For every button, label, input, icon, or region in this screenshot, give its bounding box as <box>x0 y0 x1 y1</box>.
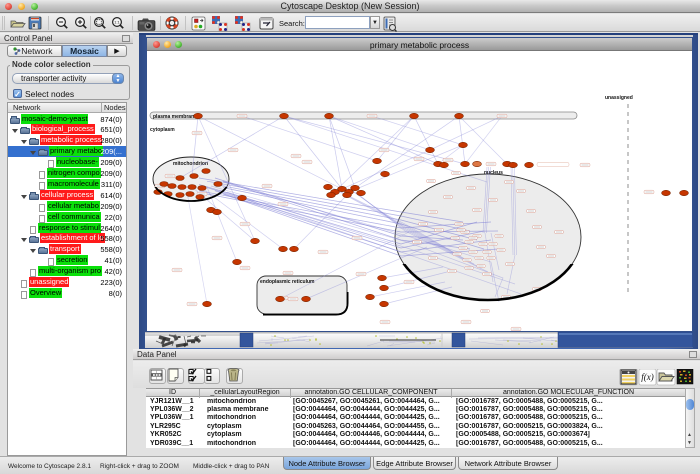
svg-text:endoplasmic reticulum: endoplasmic reticulum <box>260 279 315 285</box>
svg-text:1:1: 1:1 <box>114 20 120 25</box>
svg-text:unassigned: unassigned <box>605 95 633 101</box>
svg-text:mitochondrion: mitochondrion <box>173 161 208 167</box>
svg-text:f(x): f(x) <box>641 372 654 382</box>
svg-text:plasma membrane: plasma membrane <box>153 114 197 120</box>
svg-text:cytoplasm: cytoplasm <box>150 127 175 133</box>
